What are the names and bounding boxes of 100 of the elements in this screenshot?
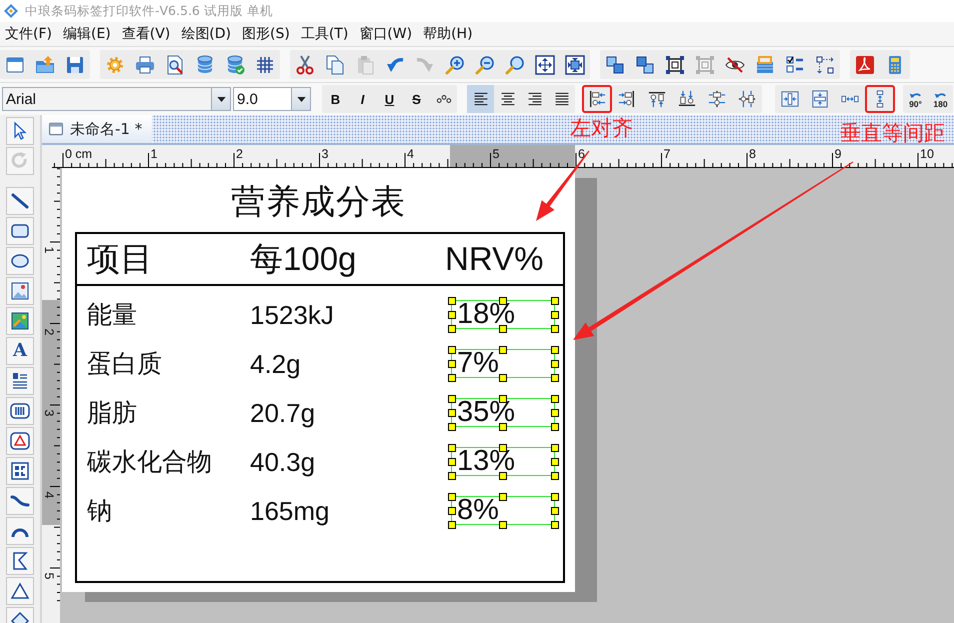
italic-button[interactable]: I bbox=[349, 85, 376, 113]
dropdown-button[interactable] bbox=[292, 87, 311, 111]
table-cell-text: 18% bbox=[456, 301, 516, 328]
menu-item[interactable]: 图形(S) bbox=[238, 24, 294, 44]
table-cell: 1523kJ bbox=[250, 298, 334, 330]
align-objects-top-icon[interactable] bbox=[648, 90, 666, 108]
triangle-frame-icon[interactable] bbox=[10, 431, 30, 451]
triangle-frame-button[interactable] bbox=[6, 427, 34, 455]
resize-handle[interactable] bbox=[499, 374, 507, 382]
zoom-in-icon[interactable] bbox=[445, 54, 465, 74]
image-icon[interactable] bbox=[10, 281, 30, 301]
underline-button[interactable]: U bbox=[376, 85, 403, 113]
font-size-field[interactable]: 9.0 bbox=[233, 87, 292, 111]
table-cell: 碳水化合物 bbox=[87, 446, 212, 478]
page-magnifier-icon[interactable] bbox=[165, 54, 185, 74]
equal-height-icon[interactable] bbox=[811, 90, 829, 108]
annotation-text: 垂直等间距 bbox=[840, 121, 945, 145]
align-objects-right-icon[interactable] bbox=[618, 90, 636, 108]
resize-handle[interactable] bbox=[499, 296, 507, 304]
cursor-button[interactable] bbox=[6, 117, 34, 145]
line-icon[interactable] bbox=[10, 191, 30, 211]
overlapping-squares-icon[interactable] bbox=[605, 54, 625, 74]
database-check-icon[interactable] bbox=[225, 54, 245, 74]
expand-arrows-icon[interactable] bbox=[535, 54, 555, 74]
font-field[interactable]: Arial bbox=[2, 87, 212, 111]
dropdown-button[interactable] bbox=[212, 87, 231, 111]
curve-button[interactable] bbox=[6, 487, 34, 515]
arc-button[interactable] bbox=[6, 517, 34, 545]
pdf-icon[interactable] bbox=[855, 54, 875, 74]
caret-icon[interactable] bbox=[296, 96, 306, 102]
resize-handle[interactable] bbox=[499, 324, 507, 332]
zoom-out-icon[interactable] bbox=[475, 54, 495, 74]
rotate-button[interactable]: 180 bbox=[928, 85, 953, 113]
menu-item[interactable]: 绘图(D) bbox=[177, 24, 235, 44]
line-button[interactable] bbox=[6, 187, 34, 215]
equal-width-icon[interactable] bbox=[781, 90, 799, 108]
grid-icon[interactable] bbox=[255, 54, 275, 74]
picture-button[interactable] bbox=[6, 307, 34, 335]
align-objects-bottom-icon[interactable] bbox=[678, 90, 696, 108]
copy-icon[interactable] bbox=[325, 54, 345, 74]
gear-icon[interactable] bbox=[105, 54, 125, 74]
checklist-icon[interactable] bbox=[785, 54, 805, 74]
resize-handle[interactable] bbox=[499, 422, 507, 430]
document-tab[interactable]: 未命名-1 * bbox=[42, 115, 152, 143]
menu-item[interactable]: 窗口(W) bbox=[355, 24, 416, 44]
folder-icon[interactable] bbox=[35, 54, 55, 74]
magnifier-icon[interactable] bbox=[505, 54, 525, 74]
center-objects-icon[interactable] bbox=[708, 90, 726, 108]
image-button[interactable] bbox=[6, 277, 34, 305]
barcode-button[interactable] bbox=[6, 397, 34, 425]
barcode-icon[interactable] bbox=[10, 401, 30, 421]
justify-icon[interactable] bbox=[554, 91, 570, 107]
text-lines-button[interactable] bbox=[6, 367, 34, 395]
ellipse-button[interactable] bbox=[6, 247, 34, 275]
table-cell: 钠 bbox=[87, 494, 112, 526]
rotate-button[interactable]: 90° bbox=[903, 85, 928, 113]
text-tool-button[interactable]: A bbox=[6, 337, 34, 365]
resize-handle[interactable] bbox=[499, 444, 507, 452]
printer-icon[interactable] bbox=[135, 54, 155, 74]
picture-icon[interactable] bbox=[10, 311, 30, 331]
resize-handle[interactable] bbox=[499, 520, 507, 528]
polygon-button[interactable] bbox=[6, 547, 34, 575]
align-left-button[interactable] bbox=[467, 85, 494, 113]
align-center-icon[interactable] bbox=[500, 91, 516, 107]
align-objects-left-button[interactable] bbox=[582, 85, 612, 113]
window-icon[interactable] bbox=[48, 121, 64, 137]
menu-item[interactable]: 工具(T) bbox=[296, 24, 352, 44]
dashed-arrows-icon[interactable] bbox=[815, 54, 835, 74]
qr-code-icon[interactable] bbox=[10, 461, 30, 481]
strikethrough-button[interactable]: S bbox=[403, 85, 430, 113]
column-header: 每100g bbox=[250, 239, 356, 279]
resize-handle[interactable] bbox=[499, 492, 507, 500]
caret-icon[interactable] bbox=[216, 96, 226, 102]
resize-handle[interactable] bbox=[499, 394, 507, 402]
triangle-icon[interactable] bbox=[10, 581, 30, 601]
group-frame-icon[interactable] bbox=[665, 54, 685, 74]
overlapping-squares-icon[interactable] bbox=[635, 54, 655, 74]
menu-item[interactable]: 文件(F) bbox=[1, 24, 56, 44]
triangle-button[interactable] bbox=[6, 577, 34, 605]
collapse-arrows-icon[interactable] bbox=[565, 54, 585, 74]
middle-objects-icon[interactable] bbox=[738, 90, 756, 108]
bold-button[interactable]: B bbox=[322, 85, 349, 113]
menu-item[interactable]: 查看(V) bbox=[118, 24, 174, 44]
align-objects-left-icon[interactable] bbox=[588, 90, 606, 108]
rounded-rectangle-button[interactable] bbox=[6, 217, 34, 245]
qr-code-button[interactable] bbox=[6, 457, 34, 485]
vertical-spacing-button[interactable] bbox=[865, 85, 895, 113]
resize-handle[interactable] bbox=[499, 346, 507, 354]
box-icon[interactable] bbox=[755, 54, 775, 74]
menu-item[interactable]: 编辑(E) bbox=[58, 24, 115, 44]
menu-item[interactable]: 帮助(H) bbox=[419, 24, 477, 44]
text-lines-icon[interactable] bbox=[10, 371, 30, 391]
scissors-icon[interactable] bbox=[295, 54, 315, 74]
window-icon[interactable] bbox=[5, 54, 25, 74]
align-right-icon[interactable] bbox=[526, 91, 542, 107]
align-left-icon[interactable] bbox=[472, 91, 488, 107]
eye-slash-icon[interactable] bbox=[725, 54, 745, 74]
database-icon[interactable] bbox=[195, 54, 215, 74]
resize-handle[interactable] bbox=[499, 472, 507, 480]
ruler-number: 10 bbox=[920, 147, 934, 161]
